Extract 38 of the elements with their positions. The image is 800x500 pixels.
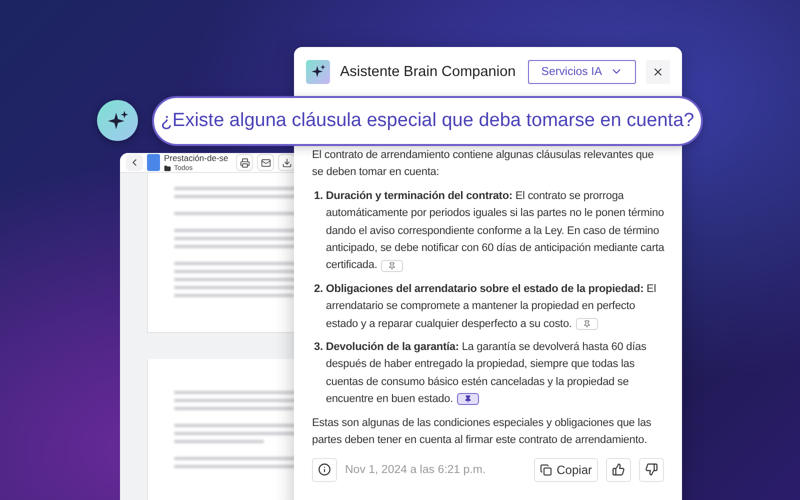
print-button[interactable] [236, 154, 253, 171]
thumbs-up-icon [612, 463, 625, 476]
close-icon [652, 66, 664, 78]
answer-item: Duración y terminación del contrato: El contrato se prorroga automáticamente por periodos iguales si las partes no le ponen término dando el aviso correspondiente conforme a la Ley. En caso de término anticipado, se debe notificar con 60 días de anticipación mediante carta certificada. [326, 188, 666, 274]
close-button[interactable] [646, 60, 670, 84]
question-bubble: ¿Existe alguna cláusula especial que deba tomarse en cuenta? [152, 96, 703, 146]
list-number: 1. [314, 188, 323, 204]
copy-button[interactable]: Copiar [534, 458, 598, 482]
info-button[interactable] [312, 458, 337, 482]
copy-icon [540, 464, 552, 476]
answer-closing: Estas son algunas de las condiciones especiales y obligaciones que las partes deben tener en cuenta al firmar este contrato de arrendamiento. [312, 416, 652, 448]
thumbs-up-button[interactable] [606, 458, 631, 482]
document-icon [147, 154, 160, 171]
document-title: Prestación-de-se [164, 153, 230, 163]
services-dropdown[interactable]: Servicios IA [528, 60, 636, 84]
panel-title: Asistente Brain Companion [340, 64, 517, 80]
pin-icon [388, 262, 396, 270]
thumbs-down-icon [645, 463, 658, 476]
pin-icon [464, 395, 472, 404]
printer-icon [240, 158, 250, 168]
info-icon [318, 463, 331, 476]
list-number: 2. [314, 282, 323, 297]
pin-icon [582, 320, 591, 328]
timestamp: Nov 1, 2024 a las 6:21 p.m. [345, 464, 487, 476]
mail-button[interactable] [257, 154, 274, 171]
sparkle-icon [310, 64, 326, 79]
folder-icon [164, 165, 171, 172]
back-button[interactable] [126, 154, 143, 171]
sparkle-icon [106, 110, 128, 132]
mail-icon [260, 158, 270, 168]
answer-intro: El contrato de arrendamiento contiene algunas cláusulas relevantes que se deben tomar en cuenta: [312, 148, 655, 180]
answer-item: Obligaciones del arrendatario sobre el estado de la propiedad: El arrendatario se compromete a mantener la propiedad en perfecto estado y a reparar cualquier desperfecto a su costo. [326, 282, 657, 332]
answer-item: Devolución de la garantía: La garantía se devolverá hasta 60 días después de haber entregado la propiedad, siempre que todas las cuentas de consumo básico estén canceladas y la propiedad se encuentre en buen estado. [326, 340, 648, 408]
download-icon [282, 158, 292, 168]
pin-button[interactable] [457, 393, 480, 406]
download-button[interactable] [278, 154, 295, 171]
list-number: 3. [314, 340, 323, 356]
thumbs-down-button[interactable] [639, 458, 664, 482]
